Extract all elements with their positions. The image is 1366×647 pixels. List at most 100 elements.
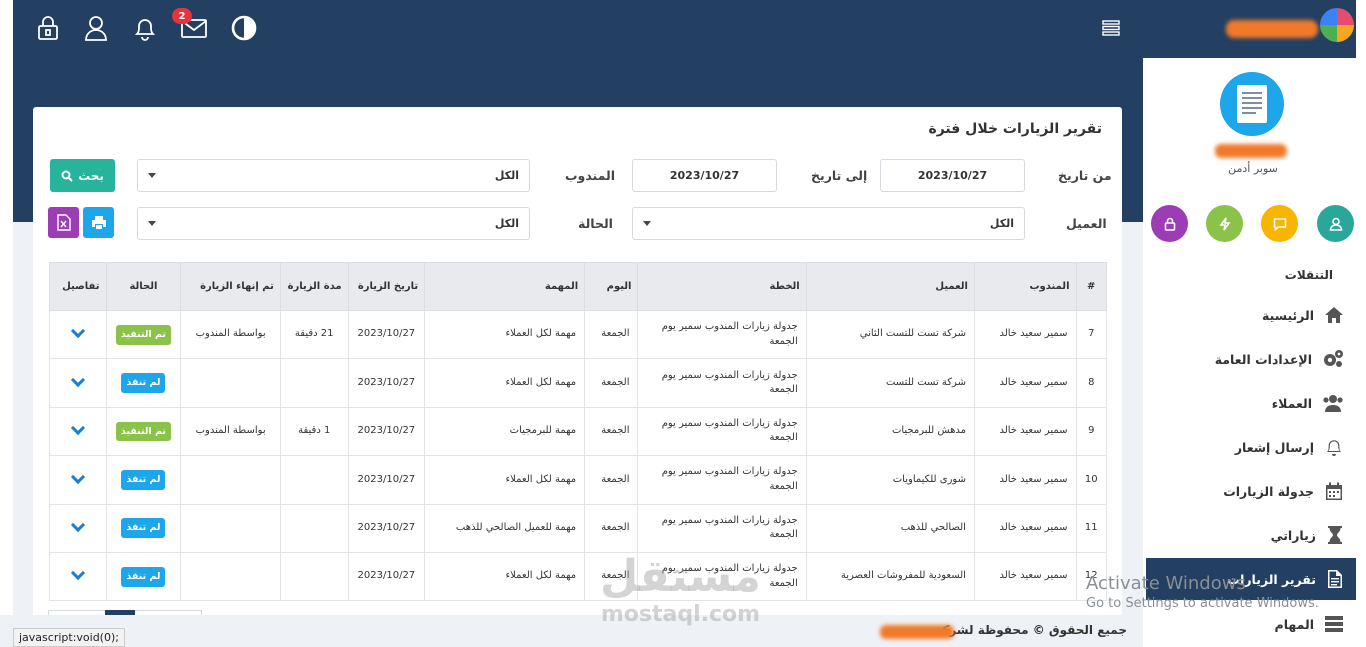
rep-select[interactable]: الكل — [137, 159, 530, 192]
status-select-value: الكل — [494, 217, 519, 230]
cell-plan: جدولة زيارات المندوب سمير يوم الجمعة — [637, 358, 807, 408]
quick-user-button[interactable] — [1317, 205, 1354, 242]
flash-icon — [1218, 217, 1231, 230]
chevron-down-icon[interactable] — [70, 372, 85, 387]
sidebar-item-my-visits[interactable]: زياراتي — [1143, 514, 1356, 556]
search-icon — [61, 170, 73, 182]
sidebar-item-label: الإعدادات العامة — [1214, 351, 1312, 367]
top-bar — [13, 0, 1356, 58]
cell-client: السعودية للمفروشات العصرية — [805, 551, 975, 602]
sidebar: سوبر أدمن التنقلات الرئيسية الإعدادات ال… — [1143, 58, 1356, 647]
chevron-down-icon[interactable] — [70, 469, 85, 484]
avatar[interactable] — [1220, 72, 1284, 136]
cell-duration — [279, 551, 349, 602]
sidebar-item-clients[interactable]: العملاء — [1143, 382, 1356, 424]
cell-date: 2023/10/27 — [347, 358, 426, 408]
cell-status: لم تنفذ — [105, 503, 182, 553]
quick-chat-button[interactable] — [1261, 205, 1298, 242]
col-header-client: العميل — [805, 262, 975, 311]
cell-num: 7 — [1075, 309, 1107, 360]
cell-num: 9 — [1075, 406, 1107, 457]
cell-client: مدهش للبرمجيات — [805, 406, 975, 457]
rep-label: المندوب — [565, 168, 616, 183]
watermark: مستقل mostaql.com — [600, 551, 761, 628]
cell-date: 2023/10/27 — [347, 551, 426, 602]
search-button[interactable]: بحث — [50, 159, 115, 192]
page-title: تقرير الزيارات خلال فترة — [928, 121, 1102, 137]
cell-task: مهمة لكل العملاء — [424, 309, 586, 360]
activate-title: Activate Windows — [1086, 573, 1246, 594]
sidebar-item-label: العملاء — [1271, 395, 1312, 411]
cell-rep: سمير سعيد خالد — [973, 358, 1077, 408]
cell-plan: جدولة زيارات المندوب سمير يوم الجمعة — [637, 455, 807, 505]
from-date-label: من تاريخ — [1058, 168, 1112, 183]
sidebar-item-home[interactable]: الرئيسية — [1143, 294, 1356, 336]
sidebar-item-settings[interactable]: الإعدادات العامة — [1143, 338, 1356, 380]
status-badge: لم تنفذ — [121, 373, 166, 393]
chevron-down-icon[interactable] — [70, 421, 85, 436]
quick-lock-button[interactable] — [1151, 205, 1188, 242]
cell-day: الجمعة — [584, 358, 639, 408]
client-select[interactable]: الكل — [632, 207, 1025, 240]
cell-num: 10 — [1075, 455, 1107, 505]
cell-duration — [279, 455, 349, 505]
client-select-value: الكل — [989, 217, 1014, 230]
status-select[interactable]: الكل — [137, 207, 530, 240]
report-icon — [1328, 570, 1342, 588]
nav-title: التنقلات — [1284, 268, 1333, 282]
user-icon[interactable] — [82, 12, 110, 44]
to-date-input[interactable]: 2023/10/27 — [632, 159, 777, 192]
visits-table: # المندوب العميل الخطة اليوم المهمة تاري… — [49, 262, 1107, 602]
chevron-down-icon[interactable] — [70, 566, 85, 581]
quick-flash-button[interactable] — [1206, 205, 1243, 242]
search-button-label: بحث — [78, 168, 104, 183]
sidebar-item-send-notification[interactable]: إرسال إشعار — [1143, 426, 1356, 468]
lock-icon[interactable] — [34, 12, 62, 44]
to-date-label: إلى تاريخ — [811, 168, 868, 183]
user-icon — [1329, 217, 1342, 231]
cell-status: تم التنفيذ — [105, 309, 182, 360]
sidebar-item-label: جدولة الزيارات — [1223, 483, 1314, 499]
status-badge: لم تنفذ — [121, 469, 166, 490]
cell-ended-by — [180, 551, 281, 602]
cell-task: مهمة لكل العملاء — [424, 551, 586, 602]
chevron-down-icon — [148, 221, 156, 226]
cell-date: 2023/10/27 — [347, 455, 426, 505]
logo-mark-icon — [1320, 8, 1354, 42]
bell-icon[interactable] — [131, 12, 159, 44]
cell-details — [49, 503, 107, 553]
menu-icon[interactable] — [1102, 20, 1122, 38]
col-header-plan: الخطة — [637, 262, 807, 311]
print-button[interactable] — [83, 207, 114, 238]
status-label: الحالة — [578, 216, 613, 231]
col-header-status: الحالة — [105, 262, 182, 311]
notification-badge: 2 — [172, 8, 192, 24]
from-date-input[interactable]: 2023/10/27 — [880, 159, 1025, 192]
cell-rep: سمير سعيد خالد — [973, 551, 1077, 602]
watermark-ar: مستقل — [600, 551, 761, 602]
brand-logo[interactable] — [1222, 6, 1356, 46]
sidebar-item-label: الرئيسية — [1262, 307, 1314, 323]
chevron-down-icon[interactable] — [70, 517, 85, 533]
status-badge: لم تنفذ — [121, 566, 166, 587]
rep-select-value: الكل — [494, 169, 519, 182]
export-excel-button[interactable] — [48, 207, 79, 238]
sidebar-item-schedule-visits[interactable]: جدولة الزيارات — [1143, 470, 1356, 512]
cell-rep: سمير سعيد خالد — [973, 406, 1077, 457]
cell-details — [49, 455, 107, 505]
cell-plan: جدولة زيارات المندوب سمير يوم الجمعة — [637, 406, 807, 457]
cell-task: مهمة للعميل الصالحي للذهب — [424, 503, 586, 553]
cell-ended-by — [180, 358, 281, 408]
footer-copyright: جميع الحقوق © محفوظة لشركة — [935, 623, 1127, 637]
table-row: 10 سمير سعيد خالد شورى للكيماويات جدولة زيا… — [49, 455, 1107, 505]
chevron-down-icon[interactable] — [70, 324, 85, 339]
status-badge: تم التنفيذ — [115, 324, 171, 345]
sidebar-item-label: إرسال إشعار — [1234, 439, 1314, 455]
chevron-down-icon — [148, 173, 156, 178]
document-icon — [1237, 85, 1267, 123]
cell-rep: سمير سعيد خالد — [973, 455, 1077, 505]
contrast-icon[interactable] — [230, 12, 258, 44]
printer-icon — [91, 216, 106, 229]
cell-date: 2023/10/27 — [347, 406, 426, 457]
col-header-num: # — [1075, 262, 1107, 311]
